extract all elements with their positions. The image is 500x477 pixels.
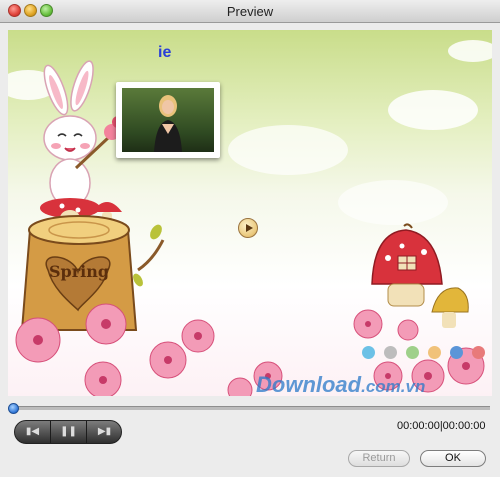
preview-window: Preview ie Spring Download.com.vn ▮◀ ❚❚ … <box>0 0 500 477</box>
color-dots <box>362 346 494 362</box>
color-dot[interactable] <box>450 346 463 359</box>
color-dot[interactable] <box>428 346 441 359</box>
spring-sign: Spring <box>48 262 110 281</box>
cloud-decoration <box>228 125 348 175</box>
video-thumbnail[interactable] <box>116 82 220 158</box>
next-icon[interactable]: ▶▮ <box>87 421 121 443</box>
cloud-decoration <box>448 40 492 62</box>
play-icon[interactable] <box>238 218 258 238</box>
color-dot[interactable] <box>406 346 419 359</box>
progress-slider-thumb[interactable] <box>8 403 19 414</box>
preview-area: ie Spring Download.com.vn <box>8 30 492 396</box>
color-dot[interactable] <box>384 346 397 359</box>
window-title: Preview <box>226 4 274 19</box>
ok-button[interactable]: OK <box>420 450 486 467</box>
color-dot[interactable] <box>362 346 375 359</box>
playback-controls: ▮◀ ❚❚ ▶▮ <box>14 420 122 444</box>
watermark-tld: .com.vn <box>361 377 426 396</box>
return-button[interactable]: Return <box>348 450 410 467</box>
cloud-decoration <box>338 180 448 225</box>
cloud-decoration <box>388 90 478 130</box>
time-display: 00:00:00|00:00:00 <box>397 420 486 432</box>
watermark: Download.com.vn <box>256 372 425 396</box>
title-bar: Preview <box>0 0 500 23</box>
overlay-text: ie <box>158 44 172 61</box>
video-frame <box>122 88 214 152</box>
progress-slider-track[interactable] <box>14 406 490 410</box>
prev-icon[interactable]: ▮◀ <box>15 421 51 443</box>
pause-icon[interactable]: ❚❚ <box>51 421 87 443</box>
person-figure <box>154 95 182 152</box>
color-dot[interactable] <box>472 346 485 359</box>
watermark-main: Download <box>256 372 362 396</box>
